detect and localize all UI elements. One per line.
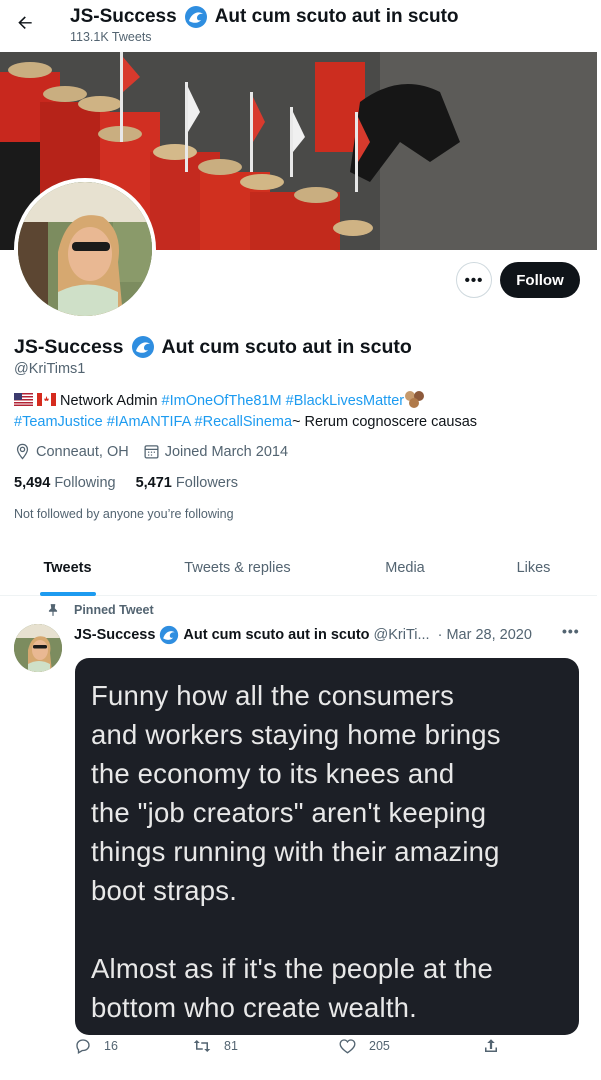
tweet-date[interactable]: · Mar 28, 2020: [438, 627, 532, 643]
more-options-button[interactable]: •••: [456, 262, 492, 298]
pinned-label: Pinned Tweet: [46, 603, 154, 617]
retweet-icon: [193, 1040, 211, 1052]
bio-hashtag-link[interactable]: #IAmANTIFA: [107, 414, 191, 430]
top-bar: JS-Success Aut cum scuto aut in scuto 11…: [0, 0, 601, 52]
reply-count: 16: [104, 1039, 118, 1053]
like-icon: [339, 1039, 356, 1054]
follow-counts: 5,494 Following 5,471 Followers: [14, 475, 258, 491]
like-count: 205: [369, 1039, 390, 1053]
tweet-image-text: Funny how all the consumers and workers …: [91, 680, 501, 906]
bio-text: ~ Rerum cognoscere causas: [292, 414, 478, 430]
tab-tweets[interactable]: Tweets: [0, 540, 135, 596]
followers-label: Followers: [175, 475, 238, 491]
reply-icon: [76, 1039, 90, 1054]
tweet-image-text: Almost as if it's the people at the bott…: [91, 953, 494, 1023]
calendar-icon: [144, 445, 159, 459]
bio-hashtag-link[interactable]: #TeamJustice: [14, 414, 103, 430]
avatar-photo: [18, 182, 152, 316]
not-followed-note: Not followed by anyone you’re following: [14, 507, 234, 521]
back-button[interactable]: [12, 10, 38, 36]
followers-link[interactable]: 5,471 Followers: [136, 475, 238, 491]
us-flag-icon: [14, 393, 33, 406]
profile-joined: Joined March 2014: [143, 443, 288, 460]
wave-icon: [184, 5, 208, 29]
tab-label: Tweets: [43, 560, 92, 576]
location-text: Conneaut, OH: [36, 443, 129, 460]
tweet-image[interactable]: Funny how all the consumers and workers …: [75, 658, 579, 1035]
following-link[interactable]: 5,494 Following: [14, 475, 116, 491]
bio-hashtag-link[interactable]: #RecallSinema: [195, 414, 293, 430]
tab-likes[interactable]: Likes: [470, 540, 597, 596]
wave-icon: [131, 335, 155, 359]
like-button[interactable]: 205: [338, 1037, 390, 1055]
header-title: JS-Success Aut cum scuto aut in scuto: [70, 5, 459, 29]
retweet-button[interactable]: 81: [192, 1037, 238, 1055]
joined-text: Joined March 2014: [164, 443, 289, 460]
profile-name: JS-Success Aut cum scuto aut in scuto: [14, 335, 412, 359]
tab-media[interactable]: Media: [340, 540, 470, 596]
reply-button[interactable]: 16: [74, 1037, 118, 1055]
header-name: JS-Success: [70, 6, 177, 27]
profile-tabs: Tweets Tweets & replies Media Likes: [0, 540, 597, 596]
tweet-author-handle[interactable]: @KriTi...: [374, 627, 430, 643]
profile-location: Conneaut, OH: [14, 443, 129, 460]
cookie-emoji-icon: [405, 391, 425, 408]
tweet-header: JS-Success Aut cum scuto aut in scuto @K…: [74, 625, 532, 645]
back-arrow-icon: [18, 16, 32, 29]
tab-label: Likes: [516, 560, 551, 576]
tweet-avatar-photo: [14, 624, 62, 672]
profile-avatar[interactable]: [14, 178, 156, 320]
header-name-suffix: Aut cum scuto aut in scuto: [214, 6, 459, 27]
tweet-author-suffix: Aut cum scuto aut in scuto: [183, 627, 370, 643]
profile-meta: Conneaut, OH Joined March 2014: [14, 443, 302, 460]
following-label: Following: [54, 475, 116, 491]
tweet-avatar[interactable]: [14, 624, 62, 672]
tab-label: Media: [385, 560, 425, 576]
profile-name-suffix: Aut cum scuto aut in scuto: [161, 335, 412, 358]
pinned-text: Pinned Tweet: [74, 603, 154, 617]
tweet-author-name[interactable]: JS-Success Aut cum scuto aut in scuto: [74, 625, 370, 645]
retweet-count: 81: [224, 1039, 238, 1053]
profile-display-name: JS-Success: [14, 335, 124, 358]
location-icon: [16, 443, 29, 460]
wave-icon: [159, 625, 179, 645]
tab-active-indicator: [39, 592, 96, 596]
following-count: 5,494: [14, 475, 51, 491]
share-button[interactable]: [482, 1037, 512, 1055]
tab-label: Tweets & replies: [184, 560, 291, 576]
profile-handle: @KriTims1: [14, 361, 86, 377]
profile-bio: Network Admin #ImOneOfThe81M #BlackLives…: [14, 390, 589, 433]
pin-icon: [48, 604, 58, 616]
follow-button[interactable]: Follow: [500, 262, 580, 298]
header-tweet-count: 113.1K Tweets: [70, 30, 152, 44]
followers-count: 5,471: [135, 475, 172, 491]
bio-hashtag-link[interactable]: #BlackLivesMatter: [286, 393, 404, 409]
share-icon: [485, 1039, 497, 1052]
canada-flag-icon: [37, 393, 56, 406]
tab-tweets-replies[interactable]: Tweets & replies: [135, 540, 340, 596]
tweet-author-display: JS-Success: [74, 627, 156, 643]
bio-hashtag-link[interactable]: #ImOneOfThe81M: [162, 393, 282, 409]
tweet-more-button[interactable]: •••: [562, 623, 580, 639]
bio-text: Network Admin: [60, 393, 162, 409]
